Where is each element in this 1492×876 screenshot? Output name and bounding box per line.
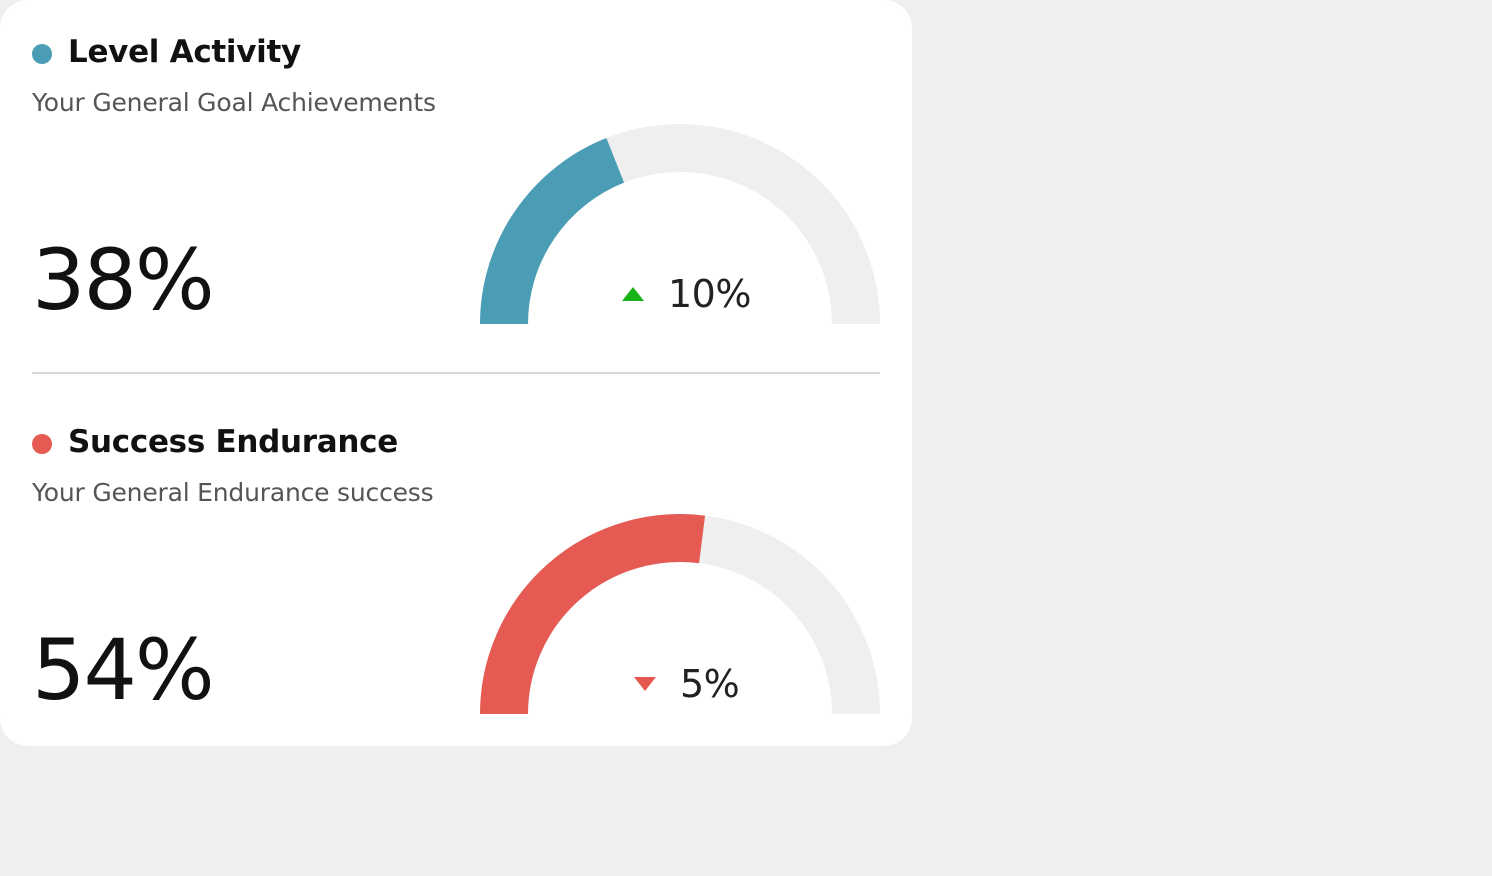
success-endurance-section: Success Endurance Your General Endurance… <box>0 390 912 750</box>
success-endurance-value: 54% <box>32 621 215 719</box>
triangle-down-icon <box>634 677 656 691</box>
level-activity-value: 38% <box>32 231 215 329</box>
level-activity-change: 10% <box>622 272 751 316</box>
success-endurance-title: Success Endurance <box>68 424 398 460</box>
level-activity-title: Level Activity <box>68 34 301 70</box>
metrics-card: Level Activity Your General Goal Achieve… <box>0 0 912 746</box>
level-activity-color-dot <box>32 44 52 64</box>
success-endurance-subtitle: Your General Endurance success <box>32 478 434 507</box>
level-activity-subtitle: Your General Goal Achievements <box>32 88 436 117</box>
success-endurance-color-dot <box>32 434 52 454</box>
success-endurance-change: 5% <box>634 662 740 706</box>
level-activity-change-value: 10% <box>668 272 751 316</box>
section-divider <box>32 372 880 374</box>
level-activity-section: Level Activity Your General Goal Achieve… <box>0 0 912 360</box>
triangle-up-icon <box>622 287 644 301</box>
success-endurance-change-value: 5% <box>680 662 740 706</box>
gauge-fill <box>480 138 625 325</box>
